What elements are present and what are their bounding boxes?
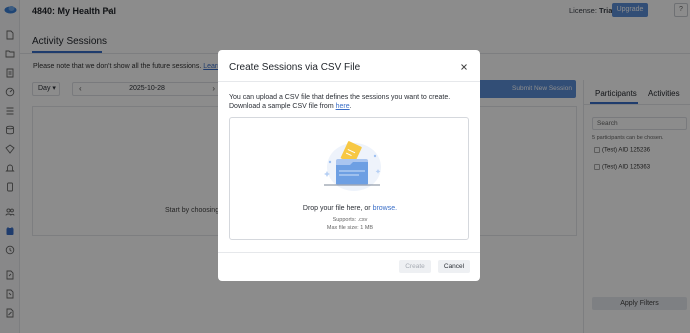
drop-instructions: Drop your file here, or browse. (302, 205, 398, 212)
supported-formats: Supports: .csv (332, 217, 368, 223)
cancel-button[interactable]: Cancel (438, 260, 470, 273)
dialog-description: You can upload a CSV file that defines t… (229, 94, 451, 110)
sample-csv-link[interactable]: here (336, 103, 350, 110)
dialog-title: Create Sessions via CSV File (229, 62, 361, 73)
max-file-size: Max file size: 1 MB (326, 225, 374, 231)
create-sessions-dialog: Create Sessions via CSV File You can upl… (218, 50, 480, 281)
file-dropzone[interactable]: Drop your file here, or browse. Supports… (229, 117, 469, 240)
folder-upload-icon (324, 141, 381, 191)
create-button[interactable]: Create (399, 260, 431, 273)
dialog-footer-divider (218, 252, 480, 253)
close-icon[interactable] (460, 63, 468, 71)
browse-link[interactable]: browse. (373, 205, 398, 212)
dialog-header-divider (218, 81, 480, 82)
